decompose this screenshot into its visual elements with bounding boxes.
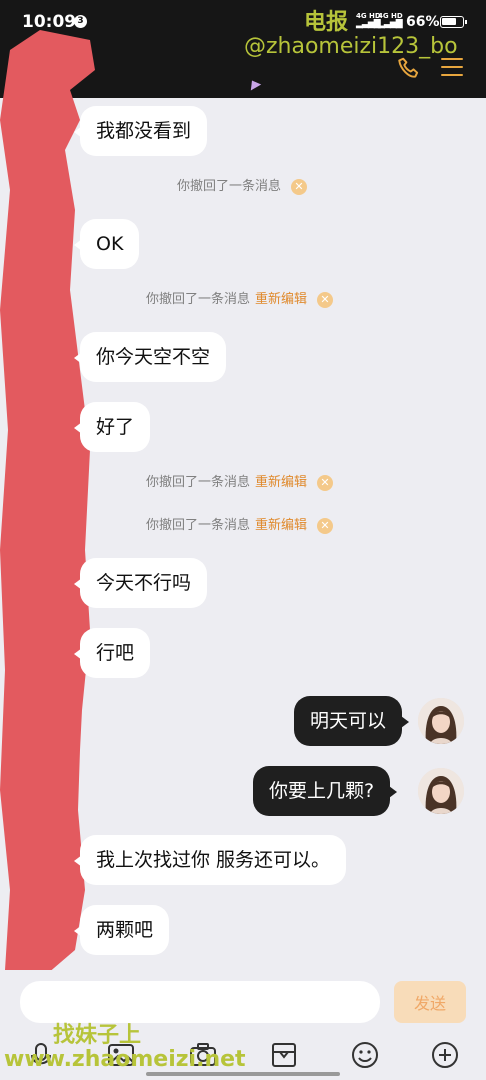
signal-bars-icon: ▂▃▅▇ bbox=[378, 19, 403, 29]
recall-text: 你撤回了一条消息 bbox=[146, 292, 251, 307]
watermark-bottom-title: 找妹子上 bbox=[53, 1023, 142, 1048]
signal-indicator-2: 4G HD ▂▃▅▇ bbox=[378, 12, 403, 29]
file-box-icon[interactable] bbox=[269, 1040, 299, 1070]
recall-text: 你撤回了一条消息 bbox=[177, 179, 282, 194]
phone-icon[interactable] bbox=[396, 56, 422, 82]
close-icon[interactable]: ✕ bbox=[317, 517, 334, 534]
incoming-message[interactable]: 两颗吧 bbox=[73, 905, 170, 955]
recall-text: 你撤回了一条消息 bbox=[146, 475, 251, 490]
watermark-title: 电报 bbox=[304, 10, 349, 35]
watermark-handle: @zhaomeizi123_bo bbox=[244, 34, 458, 59]
reedit-link[interactable]: 重新编辑 bbox=[255, 475, 307, 490]
recall-notice: 你撤回了一条消息 重新编辑 ✕ bbox=[146, 290, 334, 310]
incoming-message[interactable]: OK bbox=[73, 219, 140, 269]
plus-icon[interactable] bbox=[430, 1040, 460, 1070]
battery-percent: 66% bbox=[406, 14, 440, 30]
home-indicator bbox=[146, 1072, 340, 1076]
close-icon[interactable]: ✕ bbox=[317, 474, 334, 491]
redaction-overlay bbox=[0, 30, 95, 980]
outgoing-message[interactable]: 你要上几颗? bbox=[253, 766, 398, 816]
menu-icon[interactable] bbox=[441, 58, 463, 78]
close-icon[interactable]: ✕ bbox=[291, 178, 308, 195]
recall-notice: 你撤回了一条消息 重新编辑 ✕ bbox=[146, 473, 334, 493]
reedit-link[interactable]: 重新编辑 bbox=[255, 518, 307, 533]
close-icon[interactable]: ✕ bbox=[317, 291, 334, 308]
status-time: 10:09 bbox=[22, 12, 77, 32]
recall-notice: 你撤回了一条消息 重新编辑 ✕ bbox=[146, 516, 334, 536]
incoming-message[interactable]: 我都没看到 bbox=[73, 106, 208, 156]
avatar-image bbox=[418, 698, 464, 744]
emoji-icon[interactable] bbox=[350, 1040, 380, 1070]
notification-count-badge: 3 bbox=[74, 15, 87, 28]
incoming-message[interactable]: 今天不行吗 bbox=[73, 558, 208, 608]
outgoing-message[interactable]: 明天可以 bbox=[294, 696, 410, 746]
incoming-message[interactable]: 你今天空不空 bbox=[73, 332, 227, 382]
recall-notice: 你撤回了一条消息 ✕ bbox=[177, 177, 308, 197]
recall-text: 你撤回了一条消息 bbox=[146, 518, 251, 533]
incoming-message[interactable]: 好了 bbox=[73, 402, 151, 452]
reedit-link[interactable]: 重新编辑 bbox=[255, 292, 307, 307]
avatar[interactable] bbox=[418, 768, 464, 814]
watermark-bottom-url: www.zhaomeizi.net bbox=[4, 1047, 246, 1072]
send-button[interactable]: 发送 bbox=[394, 981, 466, 1023]
battery-icon bbox=[440, 16, 467, 28]
avatar[interactable] bbox=[418, 698, 464, 744]
avatar-image bbox=[418, 768, 464, 814]
incoming-message[interactable]: 我上次找过你 服务还可以。 bbox=[73, 835, 347, 885]
incoming-message[interactable]: 行吧 bbox=[73, 628, 151, 678]
